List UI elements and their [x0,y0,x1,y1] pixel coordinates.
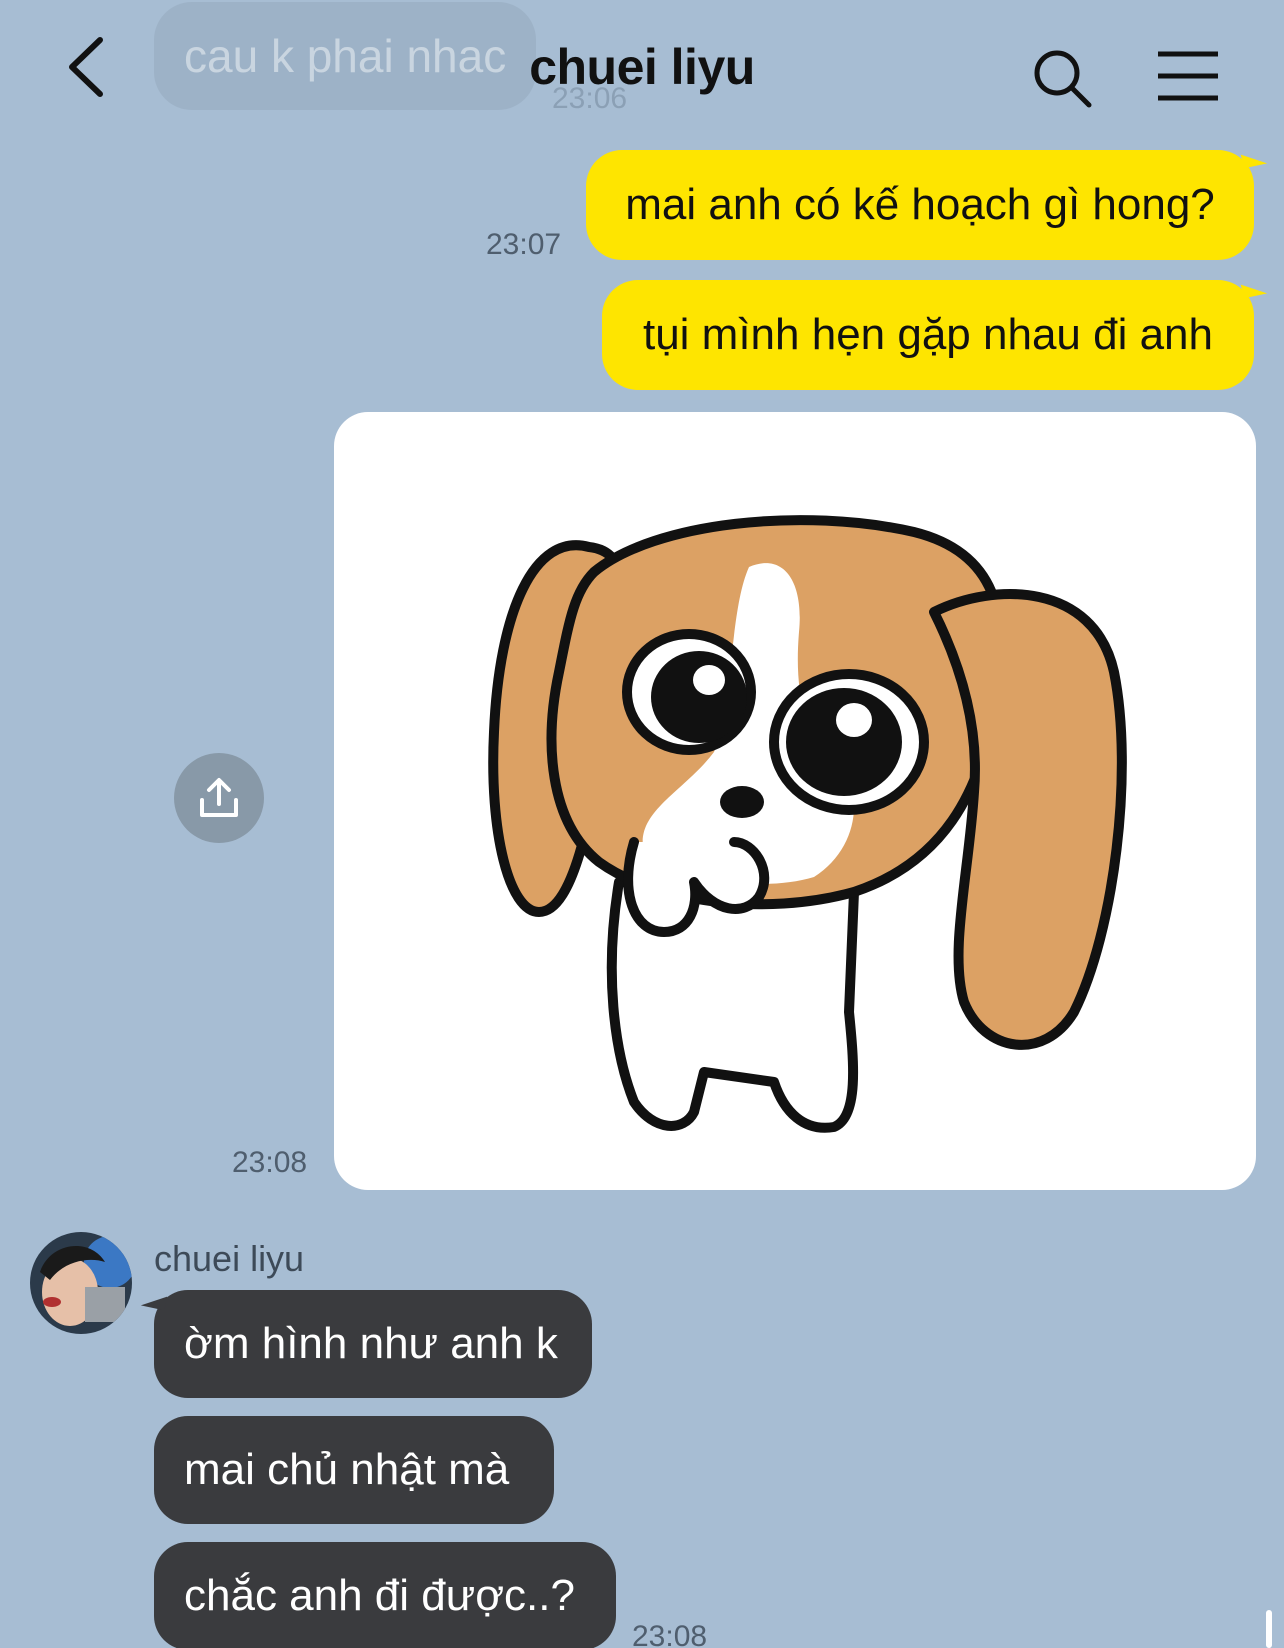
incoming-message-bubble[interactable]: ờm hình như anh k [154,1290,592,1398]
contact-avatar[interactable] [30,1232,132,1334]
outgoing-message-bubble[interactable]: tụi mình hẹn gặp nhau đi anh [602,280,1254,390]
sender-name: chuei liyu [154,1238,305,1279]
avatar-photo [30,1232,132,1334]
menu-button[interactable] [1156,50,1220,102]
hamburger-menu-icon [1158,51,1218,101]
scrollbar[interactable] [1266,1610,1272,1648]
outgoing-message-time: 23:07 [486,228,562,261]
sticker-time: 23:08 [232,1146,308,1179]
share-button[interactable] [174,753,264,843]
sticker-message[interactable] [334,412,1256,1190]
share-upload-icon [200,778,238,817]
puppy-sticker-image [488,515,1127,1133]
incoming-message-bubble[interactable]: chắc anh đi được..? [154,1542,616,1648]
search-icon [1034,50,1092,108]
chat-header: chuei liyu [0,0,1284,140]
chat-screen: cau k phai nhac 23:06 chuei liyu 23:07 m… [0,0,1284,1648]
incoming-message-time: 23:08 [632,1620,708,1648]
outgoing-message-bubble[interactable]: mai anh có kế hoạch gì hong? [586,150,1254,260]
search-button[interactable] [1032,48,1094,110]
incoming-message-bubble[interactable]: mai chủ nhật mà [154,1416,554,1524]
